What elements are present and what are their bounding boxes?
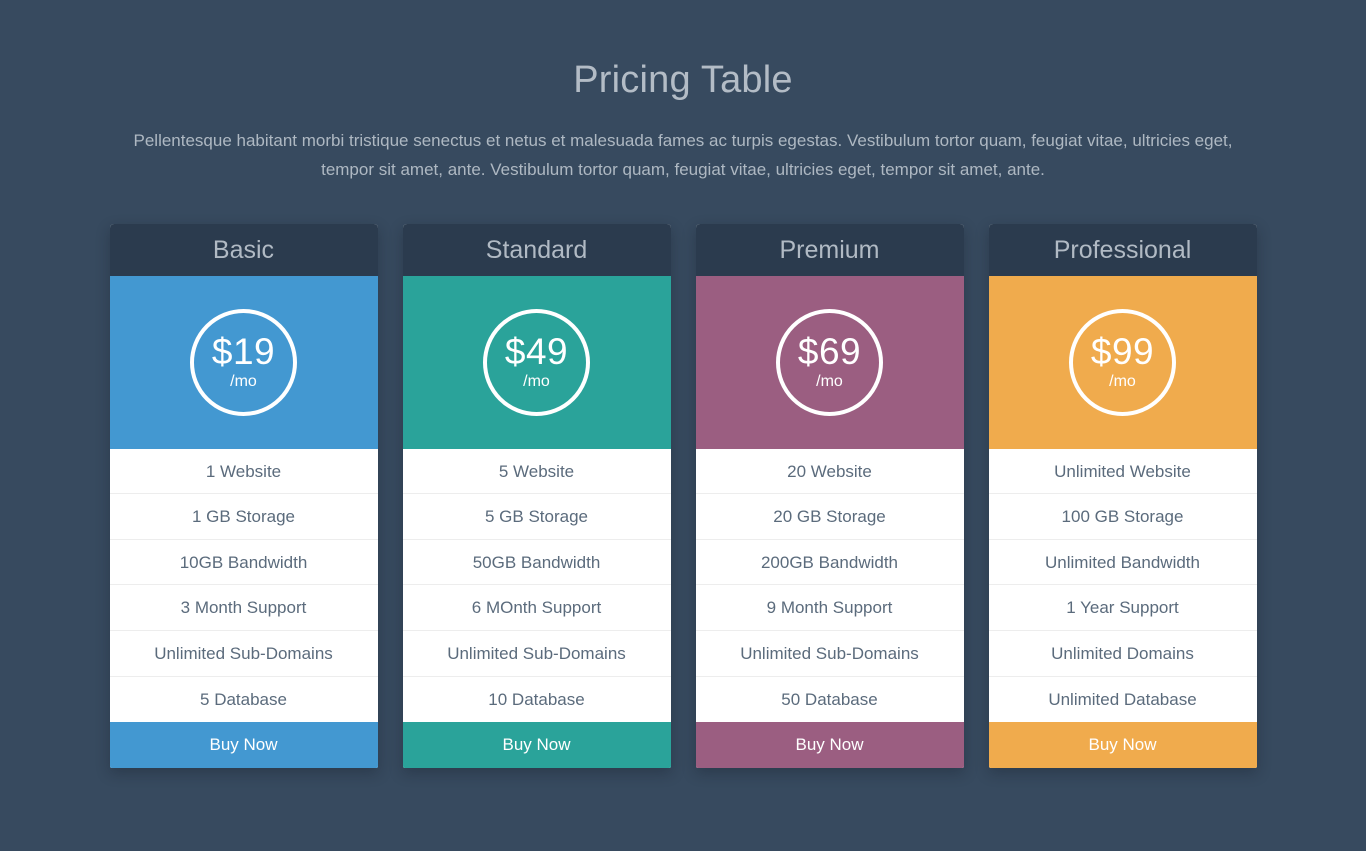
pricing-card: Professional $99/mo Unlimited Website 100 G…: [988, 223, 1257, 769]
feature-item: 10GB Bandwidth: [109, 540, 378, 586]
feature-item: 20 GB Storage: [695, 494, 964, 540]
feature-item: 20 Website: [695, 449, 964, 495]
pricing-card: Basic $19/mo 1 Website 1 GB Storage 10GB Ban…: [109, 223, 378, 769]
feature-item: 10 Database: [488, 689, 585, 709]
feature-item: 100 GB Storage: [988, 494, 1257, 540]
plan-price-area: $49/mo: [402, 275, 671, 449]
feature-item: Unlimited Website: [988, 449, 1257, 495]
price-amount: $69: [797, 330, 862, 372]
feature-item: 1 Year Support: [988, 585, 1257, 631]
feature-list: Unlimited Website 100 GB Storage Unlimited…: [988, 449, 1257, 723]
page-description: Pellentesque habitant morbi tristique se…: [133, 130, 1233, 179]
feature-item: 9 Month Support: [695, 585, 964, 631]
feature-item: 5 Database: [200, 689, 287, 709]
feature-item: 5 Website: [402, 449, 671, 495]
pricing-page: Pricing Table Pellentesque habitant morb…: [0, 0, 1366, 851]
feature-list: 20 Website 20 GB Storage 200GB Bandwidth 9 …: [695, 449, 964, 723]
plan-name: Premium: [695, 223, 964, 276]
feature-list: 1 Website 1 GB Storage 10GB Bandwidth 3 Mon…: [109, 449, 378, 723]
price-circle: $19/mo: [190, 308, 297, 416]
feature-item: 1 GB Storage: [109, 494, 378, 540]
feature-item: 3 Month Support: [109, 585, 378, 631]
buy-now-button[interactable]: Buy Now: [109, 722, 378, 769]
buy-now-button[interactable]: Buy Now: [402, 722, 671, 769]
plan-name: Basic: [109, 223, 378, 276]
feature-item: 1 Website: [109, 449, 378, 495]
price-period: /mo: [1109, 372, 1136, 390]
plan-name: Standard: [402, 223, 671, 276]
feature-item: 50 Database: [781, 689, 878, 709]
buy-now-button[interactable]: Buy Now: [988, 722, 1257, 769]
feature-item: Unlimited Sub-Domains: [402, 631, 671, 677]
plan-price-area: $99/mo: [988, 275, 1257, 449]
price-circle: $99/mo: [1069, 308, 1176, 416]
price-circle: $69/mo: [776, 308, 883, 416]
pricing-table: Basic $19/mo 1 Website 1 GB Storage 10GB Ban…: [0, 223, 1366, 769]
plan-name: Professional: [988, 223, 1257, 276]
price-circle: $49/mo: [483, 308, 590, 416]
price-period: /mo: [523, 372, 550, 390]
price-amount: $49: [504, 330, 569, 372]
feature-item: 5 GB Storage: [402, 494, 671, 540]
feature-item: Unlimited Sub-Domains: [695, 631, 964, 677]
buy-now-button[interactable]: Buy Now: [695, 722, 964, 769]
feature-item: 6 MOnth Support: [402, 585, 671, 631]
feature-item: 50GB Bandwidth: [402, 540, 671, 586]
price-period: /mo: [230, 372, 257, 390]
feature-item: 200GB Bandwidth: [695, 540, 964, 586]
feature-item: Unlimited Domains: [988, 631, 1257, 677]
page-title: Pricing Table: [573, 59, 793, 101]
pricing-card: Standard $49/mo 5 Website 5 GB Storage 50GB …: [402, 223, 671, 769]
feature-item: Unlimited Bandwidth: [988, 540, 1257, 586]
pricing-card: Premium $69/mo 20 Website 20 GB Storage 200G…: [695, 223, 964, 769]
price-amount: $99: [1090, 330, 1155, 372]
feature-item: Unlimited Sub-Domains: [109, 631, 378, 677]
plan-price-area: $69/mo: [695, 275, 964, 449]
price-period: /mo: [816, 372, 843, 390]
feature-list: 5 Website 5 GB Storage 50GB Bandwidth 6 MOn…: [402, 449, 671, 723]
plan-price-area: $19/mo: [109, 275, 378, 449]
page-header: Pricing Table Pellentesque habitant morb…: [0, 0, 1366, 184]
feature-item: Unlimited Database: [1048, 689, 1197, 709]
price-amount: $19: [211, 330, 276, 372]
